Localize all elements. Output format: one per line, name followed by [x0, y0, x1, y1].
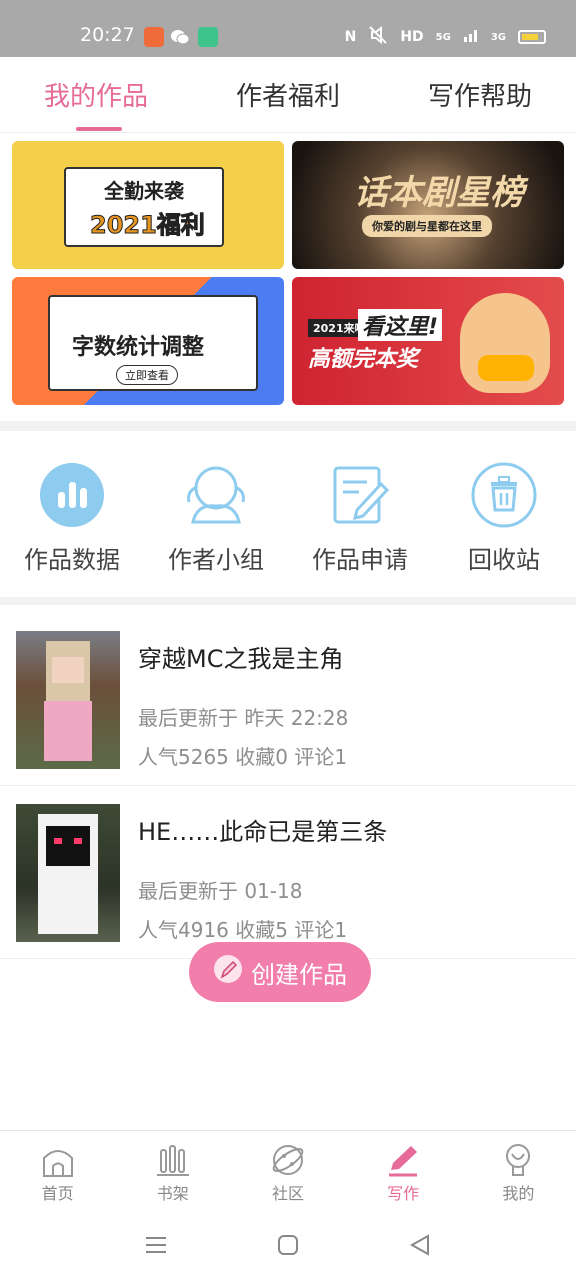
- wechat-icon: [170, 27, 190, 47]
- bottom-nav: 首页 书架 社区 写作 我的: [0, 1130, 576, 1214]
- work-updated: 最后更新于 昨天 22:28: [138, 706, 349, 730]
- work-stats: 人气5265 收藏0 评论1: [138, 745, 348, 769]
- nav-label: 社区: [271, 1183, 304, 1203]
- banner-subtitle: 高额完本奖: [308, 347, 419, 372]
- work-title: 穿越MC之我是主角: [138, 645, 344, 673]
- banner-completion-award[interactable]: 2021来啦 看这里! 高额完本奖: [292, 277, 564, 405]
- nav-label: 我的: [502, 1183, 535, 1203]
- back-icon[interactable]: [409, 1234, 431, 1260]
- shortcut-author-group[interactable]: 作者小组: [156, 462, 276, 575]
- banner-drama-ranking[interactable]: 话本剧星榜 你爱的剧与星都在这里: [292, 141, 564, 269]
- section-divider: [0, 421, 576, 431]
- banner-title: 话本剧星榜: [354, 173, 524, 213]
- status-right: N HD 5G 3G: [344, 25, 546, 48]
- menu-icon[interactable]: [145, 1235, 167, 1259]
- app-icon-green: [198, 27, 218, 47]
- signal-3g-label: 3G: [490, 31, 506, 43]
- nav-label: 首页: [41, 1183, 74, 1203]
- network-label: HD: [400, 29, 424, 45]
- pen-icon: [389, 1145, 418, 1176]
- shortcut-label: 作品申请: [312, 545, 408, 574]
- work-cover-image: [16, 804, 120, 942]
- shortcut-row: 作品数据 作者小组 作品申请 回收站: [0, 445, 576, 591]
- banner-subtitle: 2021福利: [90, 211, 206, 240]
- banner-title: 字数统计调整: [72, 335, 205, 360]
- work-title: HE……此命已是第三条: [138, 818, 388, 846]
- banner-subtitle: 你爱的剧与星都在这里: [362, 215, 492, 237]
- works-list: 穿越MC之我是主角 最后更新于 昨天 22:28 人气5265 收藏0 评论1 …: [0, 613, 576, 959]
- banner-view-button[interactable]: 立即查看: [116, 365, 178, 385]
- mute-icon: [368, 25, 388, 48]
- section-divider: [0, 597, 576, 605]
- tab-author-benefits[interactable]: 作者福利: [236, 57, 340, 133]
- shortcut-recycle-bin[interactable]: 回收站: [444, 462, 564, 575]
- work-stats: 人气4916 收藏5 评论1: [138, 918, 348, 942]
- nav-label: 书架: [156, 1183, 189, 1203]
- trash-icon: [471, 462, 537, 528]
- banner-word-count[interactable]: 字数统计调整 立即查看: [12, 277, 284, 405]
- bar-chart-icon: [39, 462, 105, 528]
- bookshelf-icon: [156, 1144, 189, 1176]
- banner-title: 看这里!: [358, 309, 443, 341]
- work-item[interactable]: 穿越MC之我是主角 最后更新于 昨天 22:28 人气5265 收藏0 评论1: [0, 613, 576, 786]
- edit-document-icon: [327, 462, 393, 528]
- nfc-icon: N: [344, 29, 357, 45]
- profile-icon: [506, 1143, 531, 1176]
- shortcut-label: 作者小组: [168, 545, 264, 574]
- work-info: 穿越MC之我是主角 最后更新于 昨天 22:28 人气5265 收藏0 评论1: [138, 631, 560, 770]
- signal-5g-label: 5G: [435, 31, 451, 43]
- pencil-icon: [213, 954, 243, 990]
- nav-write[interactable]: 写作: [363, 1142, 443, 1204]
- banner-grid: 全勤来袭 2021福利 话本剧星榜 你爱的剧与星都在这里 字数统计调整 立即查看…: [0, 133, 576, 405]
- work-info: HE……此命已是第三条 最后更新于 01-18 人气4916 收藏5 评论1: [138, 804, 560, 943]
- nav-label: 写作: [387, 1183, 420, 1203]
- status-time: 20:27: [80, 24, 135, 46]
- planet-icon: [272, 1144, 304, 1175]
- banner-attendance-bonus[interactable]: 全勤来袭 2021福利: [12, 141, 284, 269]
- work-updated: 最后更新于 01-18: [138, 879, 303, 903]
- status-bar: 20:27 N HD 5G 3G: [0, 0, 576, 57]
- shortcut-work-application[interactable]: 作品申请: [300, 462, 420, 575]
- shortcut-work-data[interactable]: 作品数据: [12, 462, 132, 575]
- shortcut-label: 回收站: [468, 545, 540, 574]
- battery-icon: [518, 30, 546, 44]
- ox-mascot-image: [460, 293, 550, 393]
- signal-icon: [463, 27, 479, 47]
- app-icon-orange: [144, 27, 164, 47]
- home-icon: [42, 1149, 73, 1177]
- create-work-button[interactable]: 创建作品: [189, 942, 371, 1002]
- shortcut-label: 作品数据: [24, 545, 120, 574]
- nav-bookshelf[interactable]: 书架: [133, 1142, 213, 1204]
- tab-my-works[interactable]: 我的作品: [44, 57, 148, 133]
- home-square-icon[interactable]: [277, 1234, 299, 1260]
- group-icon: [183, 462, 249, 528]
- work-cover-image: [16, 631, 120, 769]
- work-item[interactable]: HE……此命已是第三条 最后更新于 01-18 人气4916 收藏5 评论1: [0, 786, 576, 959]
- nav-home[interactable]: 首页: [18, 1142, 98, 1204]
- create-work-label: 创建作品: [251, 960, 347, 989]
- nav-profile[interactable]: 我的: [478, 1142, 558, 1204]
- banner-title: 全勤来袭: [104, 179, 184, 203]
- tab-writing-help[interactable]: 写作帮助: [428, 57, 532, 133]
- system-navigation-bar: [0, 1214, 576, 1280]
- nav-community[interactable]: 社区: [248, 1142, 328, 1204]
- top-tabs: 我的作品 作者福利 写作帮助: [0, 57, 576, 133]
